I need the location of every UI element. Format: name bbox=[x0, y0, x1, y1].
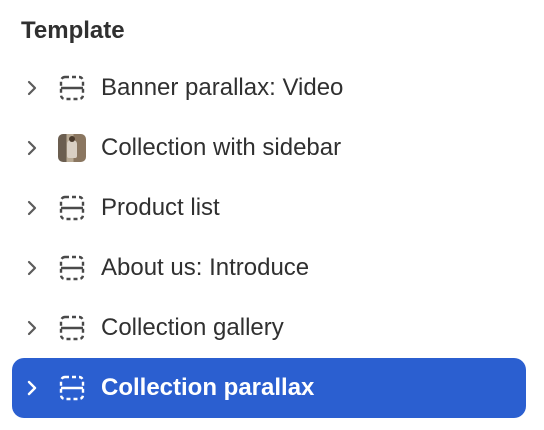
chevron-right-icon[interactable] bbox=[22, 78, 42, 98]
tree-item-label: About us: Introduce bbox=[101, 254, 310, 281]
template-panel: Template Banner parallax: Video Collecti… bbox=[0, 0, 544, 430]
section-layout-icon bbox=[58, 374, 86, 402]
chevron-right-icon[interactable] bbox=[22, 138, 42, 158]
template-section-tree: Banner parallax: Video Collection with s… bbox=[12, 58, 526, 418]
tree-item-about-us-introduce[interactable]: About us: Introduce bbox=[12, 238, 526, 298]
chevron-right-icon[interactable] bbox=[22, 318, 42, 338]
tree-item-label: Collection gallery bbox=[101, 314, 284, 341]
tree-item-label: Collection with sidebar bbox=[101, 134, 342, 161]
tree-item-collection-parallax[interactable]: Collection parallax bbox=[12, 358, 526, 418]
tree-item-label: Banner parallax: Video bbox=[101, 74, 344, 101]
chevron-right-icon[interactable] bbox=[22, 198, 42, 218]
chevron-right-icon[interactable] bbox=[22, 258, 42, 278]
tree-item-banner-parallax-video[interactable]: Banner parallax: Video bbox=[12, 58, 526, 118]
tree-item-collection-gallery[interactable]: Collection gallery bbox=[12, 298, 526, 358]
tree-item-label: Product list bbox=[101, 194, 220, 221]
section-layout-icon bbox=[58, 194, 86, 222]
chevron-right-icon[interactable] bbox=[22, 378, 42, 398]
section-layout-icon bbox=[58, 74, 86, 102]
tree-item-product-list[interactable]: Product list bbox=[12, 178, 526, 238]
image-thumbnail bbox=[58, 134, 86, 162]
tree-item-label: Collection parallax bbox=[101, 374, 315, 401]
section-layout-icon bbox=[58, 254, 86, 282]
section-layout-icon bbox=[58, 314, 86, 342]
section-title: Template bbox=[21, 17, 125, 44]
tree-item-collection-with-sidebar[interactable]: Collection with sidebar bbox=[12, 118, 526, 178]
